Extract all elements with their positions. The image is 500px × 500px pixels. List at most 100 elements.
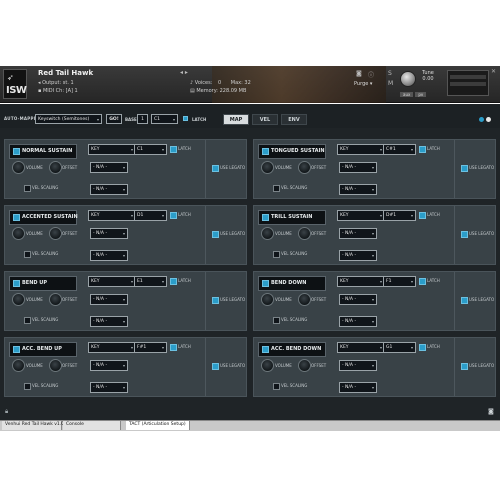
- base-octave-field[interactable]: 1: [137, 114, 148, 124]
- articulation-enable-checkbox[interactable]: [13, 148, 20, 155]
- volume-knob[interactable]: [12, 359, 25, 372]
- output-row[interactable]: ◂ Output: st. 1: [38, 80, 74, 86]
- vel-scaling-checkbox[interactable]: [24, 185, 31, 192]
- vel-scaling-checkbox[interactable]: [273, 317, 280, 324]
- latch-checkbox[interactable]: [170, 146, 177, 153]
- use-legato-checkbox[interactable]: [461, 165, 468, 172]
- secondary-mapping-dropdown[interactable]: - N/A - ▾: [339, 162, 377, 173]
- offset-knob[interactable]: [298, 161, 311, 174]
- latch-checkbox[interactable]: [170, 278, 177, 285]
- use-legato-checkbox[interactable]: [461, 297, 468, 304]
- offset-knob[interactable]: [49, 227, 62, 240]
- volume-knob[interactable]: [12, 161, 25, 174]
- articulation-enable-checkbox[interactable]: [262, 346, 269, 353]
- use-legato-checkbox[interactable]: [212, 165, 219, 172]
- camera-icon[interactable]: ◙: [356, 70, 362, 77]
- secondary-mapping-dropdown[interactable]: - N/A - ▾: [90, 360, 128, 371]
- trigger-note-dropdown[interactable]: C1 ▾: [134, 144, 167, 155]
- offset-knob[interactable]: [298, 293, 311, 306]
- base-note-dropdown[interactable]: C1 ▾: [151, 114, 178, 124]
- offset-knob[interactable]: [298, 359, 311, 372]
- tertiary-mapping-dropdown[interactable]: - N/A - ▾: [90, 316, 128, 327]
- trigger-type-dropdown[interactable]: KEY ▾: [337, 276, 385, 287]
- vel-scaling-checkbox[interactable]: [24, 383, 31, 390]
- pv-button[interactable]: pv: [415, 92, 427, 97]
- volume-knob[interactable]: [12, 293, 25, 306]
- trigger-note-dropdown[interactable]: C#1 ▾: [383, 144, 416, 155]
- articulation-enable-checkbox[interactable]: [13, 280, 20, 287]
- latch-checkbox[interactable]: [170, 344, 177, 351]
- page-dot-2[interactable]: [486, 117, 491, 122]
- secondary-mapping-dropdown[interactable]: - N/A - ▾: [339, 228, 377, 239]
- close-icon[interactable]: ✕: [491, 68, 496, 75]
- tertiary-mapping-dropdown[interactable]: - N/A - ▾: [90, 250, 128, 261]
- use-legato-checkbox[interactable]: [461, 231, 468, 238]
- tune-knob[interactable]: [400, 71, 416, 87]
- purge-button[interactable]: Purge ▾: [354, 81, 372, 87]
- volume-knob[interactable]: [261, 359, 274, 372]
- output-value[interactable]: st. 1: [63, 80, 74, 86]
- instrument-name[interactable]: Red Tail Hawk: [38, 69, 93, 77]
- volume-knob[interactable]: [261, 161, 274, 174]
- latch-checkbox[interactable]: [170, 212, 177, 219]
- mute-icon[interactable]: M: [388, 80, 393, 87]
- midi-row[interactable]: ▪ MIDI Ch: [A] 1: [38, 88, 78, 94]
- trigger-note-dropdown[interactable]: D1 ▾: [134, 210, 167, 221]
- solo-icon[interactable]: S: [388, 70, 392, 77]
- offset-knob[interactable]: [298, 227, 311, 240]
- info-icon[interactable]: ⓘ: [368, 70, 374, 79]
- latch-checkbox[interactable]: [419, 146, 426, 153]
- articulation-enable-checkbox[interactable]: [262, 280, 269, 287]
- vel-scaling-checkbox[interactable]: [273, 383, 280, 390]
- tab-vel[interactable]: VEL: [252, 114, 278, 125]
- trigger-type-dropdown[interactable]: KEY ▾: [337, 210, 385, 221]
- articulation-enable-checkbox[interactable]: [13, 214, 20, 221]
- trigger-type-dropdown[interactable]: KEY ▾: [337, 144, 385, 155]
- offset-knob[interactable]: [49, 359, 62, 372]
- trigger-type-dropdown[interactable]: KEY ▾: [88, 342, 136, 353]
- volume-knob[interactable]: [261, 227, 274, 240]
- latch-checkbox[interactable]: [419, 344, 426, 351]
- use-legato-checkbox[interactable]: [212, 363, 219, 370]
- tertiary-mapping-dropdown[interactable]: - N/A - ▾: [339, 316, 377, 327]
- secondary-mapping-dropdown[interactable]: - N/A - ▾: [339, 360, 377, 371]
- secondary-mapping-dropdown[interactable]: - N/A - ▾: [90, 228, 128, 239]
- trigger-type-dropdown[interactable]: KEY ▾: [88, 276, 136, 287]
- trigger-note-dropdown[interactable]: G1 ▾: [383, 342, 416, 353]
- trigger-note-dropdown[interactable]: D#1 ▾: [383, 210, 416, 221]
- mode-dropdown[interactable]: Keyswitch (Semitones) ▾: [35, 114, 102, 124]
- tab-map[interactable]: MAP: [223, 114, 249, 125]
- trigger-note-dropdown[interactable]: F#1 ▾: [134, 342, 167, 353]
- tertiary-mapping-dropdown[interactable]: - N/A - ▾: [339, 184, 377, 195]
- latch-checkbox[interactable]: [419, 212, 426, 219]
- tertiary-mapping-dropdown[interactable]: - N/A - ▾: [339, 250, 377, 261]
- tertiary-mapping-dropdown[interactable]: - N/A - ▾: [90, 382, 128, 393]
- secondary-mapping-dropdown[interactable]: - N/A - ▾: [90, 294, 128, 305]
- use-legato-checkbox[interactable]: [212, 297, 219, 304]
- use-legato-checkbox[interactable]: [212, 231, 219, 238]
- camera-icon[interactable]: ◙: [488, 408, 494, 415]
- global-latch-checkbox[interactable]: [183, 116, 188, 121]
- script-tab-tact[interactable]: TACT (Articulation Setup): [126, 421, 190, 430]
- volume-knob[interactable]: [12, 227, 25, 240]
- trigger-type-dropdown[interactable]: KEY ▾: [337, 342, 385, 353]
- vel-scaling-checkbox[interactable]: [24, 317, 31, 324]
- vel-scaling-checkbox[interactable]: [273, 185, 280, 192]
- instrument-nav-arrows[interactable]: ◂ ▸: [180, 69, 188, 76]
- articulation-enable-checkbox[interactable]: [13, 346, 20, 353]
- offset-knob[interactable]: [49, 293, 62, 306]
- tab-env[interactable]: ENV: [281, 114, 307, 125]
- secondary-mapping-dropdown[interactable]: - N/A - ▾: [339, 294, 377, 305]
- go-button[interactable]: GO!: [106, 114, 122, 124]
- vel-scaling-checkbox[interactable]: [24, 251, 31, 258]
- use-legato-checkbox[interactable]: [461, 363, 468, 370]
- script-tab-console[interactable]: Console: [63, 421, 121, 430]
- midi-value[interactable]: [A] 1: [66, 88, 78, 94]
- vel-scaling-checkbox[interactable]: [273, 251, 280, 258]
- lock-icon[interactable]: 🔒︎: [5, 408, 8, 416]
- trigger-type-dropdown[interactable]: KEY ▾: [88, 210, 136, 221]
- articulation-enable-checkbox[interactable]: [262, 148, 269, 155]
- articulation-enable-checkbox[interactable]: [262, 214, 269, 221]
- trigger-type-dropdown[interactable]: KEY ▾: [88, 144, 136, 155]
- page-dot-1[interactable]: [479, 117, 484, 122]
